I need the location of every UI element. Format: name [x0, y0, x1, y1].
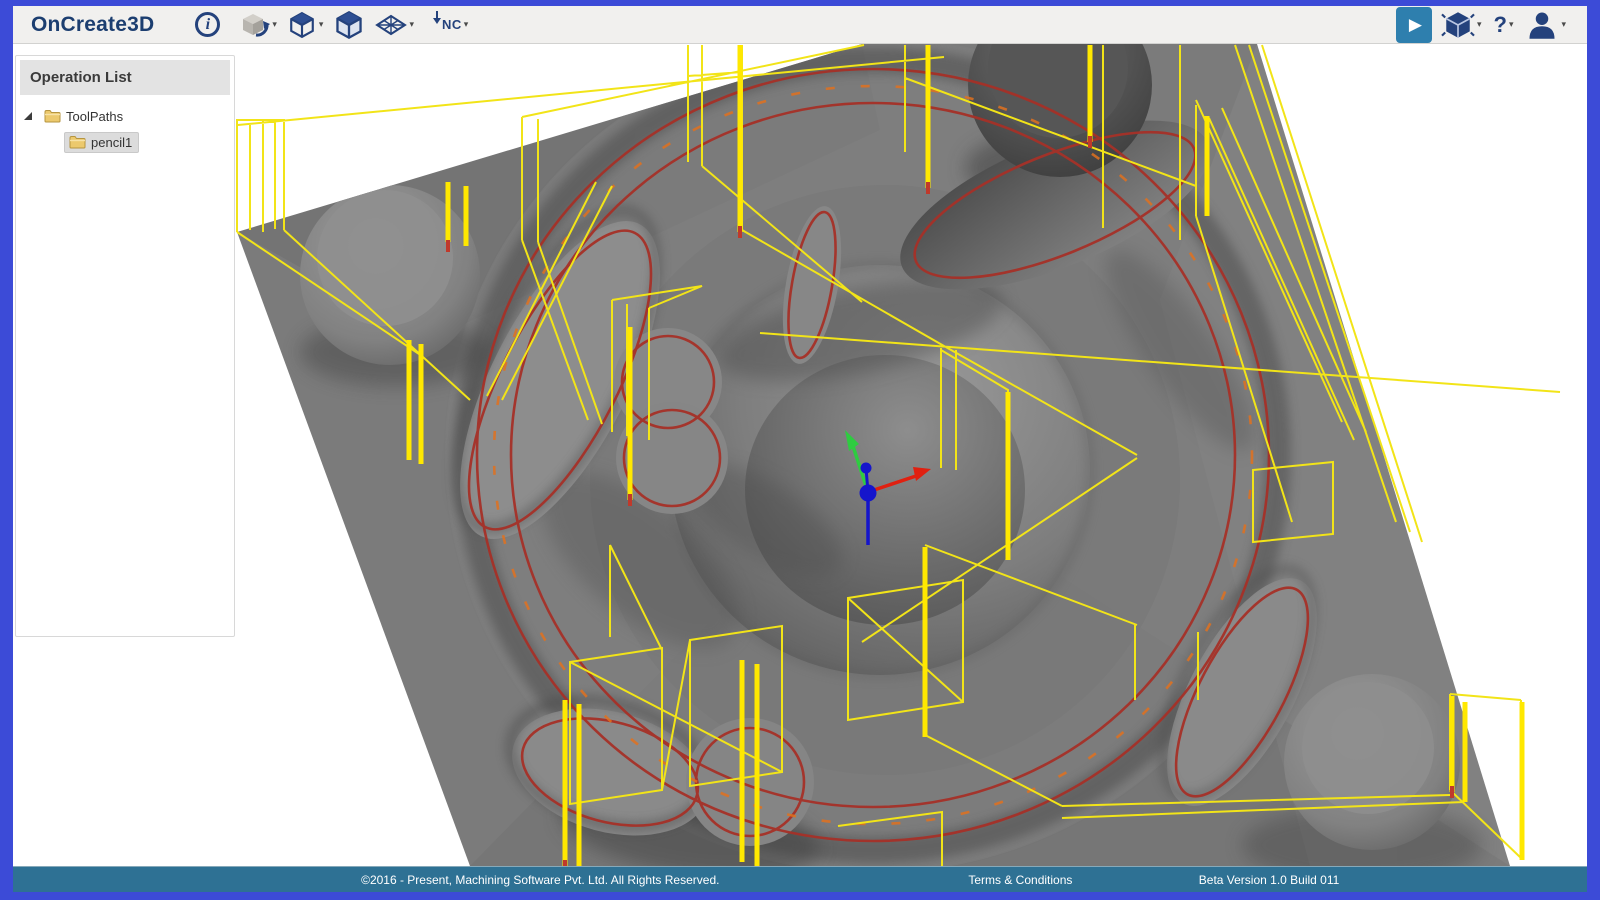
expand-arrow-icon[interactable] — [24, 112, 32, 120]
status-bar: ©2016 - Present, Machining Software Pvt.… — [13, 866, 1587, 892]
stock-rotate-cube-icon — [240, 11, 270, 39]
chevron-down-icon: ▾ — [409, 20, 414, 29]
chevron-down-icon: ▾ — [464, 20, 469, 29]
toolpath-cube-icon — [287, 11, 317, 39]
top-toolbar: OnCreate3D i ▾ — [13, 6, 1587, 44]
help-icon: ? — [1493, 12, 1506, 38]
tree-item-label: ToolPaths — [66, 109, 123, 124]
simulation-cube-icon — [333, 10, 365, 40]
user-account-button[interactable]: ▾ — [1522, 8, 1569, 42]
verify-cube-icon — [1441, 9, 1475, 41]
verify-cube-button[interactable]: ▾ — [1438, 7, 1485, 43]
chevron-down-icon: ▾ — [1477, 20, 1482, 29]
play-button[interactable]: ▶ — [1396, 7, 1432, 43]
mesh-surface-button[interactable]: ▾ — [372, 12, 417, 38]
folder-icon — [44, 109, 61, 123]
chevron-down-icon: ▾ — [272, 20, 277, 29]
toolbar-right-group: ▶ ▾ ? ▾ — [1396, 6, 1569, 43]
window-frame: OnCreate3D i ▾ — [13, 6, 1587, 892]
operation-list-title: Operation List — [20, 60, 230, 95]
toolbar-left-group: i ▾ — [192, 8, 471, 42]
chevron-down-icon: ▾ — [1509, 20, 1514, 29]
main-area: Operation List ToolPaths — [13, 44, 1587, 866]
user-account-icon — [1525, 10, 1559, 40]
operation-list-panel: Operation List ToolPaths — [15, 55, 235, 637]
stock-rotate-button[interactable]: ▾ — [237, 9, 280, 41]
machined-part-model — [237, 44, 1560, 866]
info-button[interactable]: i — [192, 10, 223, 39]
copyright-text: ©2016 - Present, Machining Software Pvt.… — [361, 873, 719, 887]
version-text: Beta Version 1.0 Build 011 — [1199, 873, 1340, 887]
app-logo: OnCreate3D — [31, 13, 154, 37]
application-window: OnCreate3D i ▾ — [0, 0, 1600, 900]
operation-tree: ToolPaths pencil1 — [16, 95, 234, 155]
tree-item-pencil1[interactable]: pencil1 — [16, 129, 234, 155]
info-icon: i — [195, 12, 220, 37]
tree-item-toolpaths[interactable]: ToolPaths — [16, 103, 234, 129]
chevron-down-icon: ▾ — [319, 20, 324, 29]
nc-output-button[interactable]: NC ▾ — [429, 9, 471, 41]
chevron-down-icon: ▾ — [1561, 20, 1566, 29]
help-button[interactable]: ? ▾ — [1490, 10, 1516, 40]
toolpath-cube-button[interactable]: ▾ — [284, 9, 327, 41]
nc-plunge-icon — [432, 11, 442, 27]
nc-output-label: NC — [442, 17, 462, 32]
terms-link[interactable]: Terms & Conditions — [968, 873, 1072, 887]
mesh-surface-icon — [375, 14, 407, 36]
tree-item-label: pencil1 — [91, 135, 132, 150]
viewport-3d[interactable] — [13, 44, 1587, 866]
simulation-cube-button[interactable] — [330, 8, 368, 42]
play-icon: ▶ — [1409, 15, 1422, 35]
folder-icon — [69, 135, 86, 149]
